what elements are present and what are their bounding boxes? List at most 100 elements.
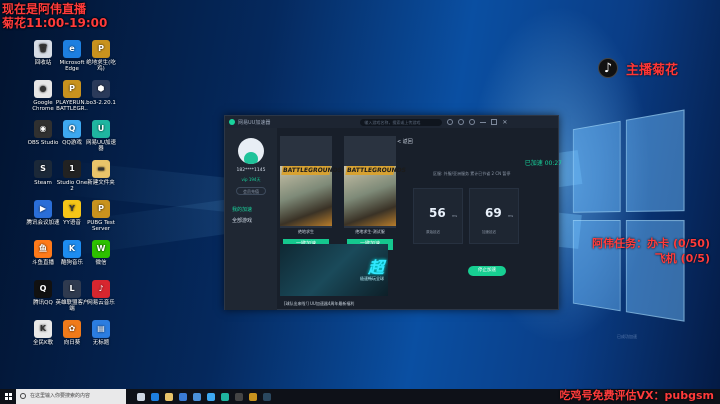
nav-my-acceleration[interactable]: 我的加速 [225, 205, 277, 216]
minimize-icon[interactable] [480, 121, 487, 123]
avatar[interactable] [238, 138, 264, 164]
app-icon: 鱼 [34, 240, 52, 258]
windows-logo-wallpaper [572, 109, 689, 332]
desktop-icon[interactable]: P 绝地求生(吃鸡) [84, 40, 118, 72]
steam-icon[interactable] [260, 389, 274, 404]
latency-card-accelerated: 69 ms 加速延迟 [469, 188, 519, 244]
mail-icon[interactable] [190, 389, 204, 404]
server-info: 区服: 外服/亚洲服务 累计已节省 2 CN 暂停 [433, 171, 511, 176]
uu-icon[interactable] [218, 389, 232, 404]
gift-icon[interactable] [458, 119, 465, 125]
desktop-icon[interactable]: W 微信 [84, 240, 118, 266]
app-icon: W [92, 240, 110, 258]
taskbar-apps [134, 389, 274, 404]
stat-value: 69 [485, 206, 502, 220]
obs-icon[interactable] [232, 389, 246, 404]
sidebar: 182****1145 vip 194天 会员充值 我的加速 全部游戏 [225, 128, 277, 310]
stream-tasks: 阿伟任务：办卡 (0/50) 飞机 (0/5) [592, 236, 710, 266]
desktop-icon[interactable]: U 网易UU加速器 [84, 120, 118, 152]
desktop-icon-label: 无标题 [92, 340, 110, 346]
game-card[interactable]: BATTLEGROUNDS 绝地求生-测试服 一键加速 [344, 136, 406, 250]
back-button[interactable]: < 返回 [397, 138, 413, 145]
desktop-icon[interactable]: ▬ 新建文件夹 [84, 160, 118, 186]
desktop-icon[interactable]: ♪ 网易云音乐 [84, 280, 118, 306]
taskbar-search-input[interactable]: 在这里输入你要搜索的内容 [16, 389, 126, 404]
game-card[interactable]: BATTLEGROUNDS 绝地求生 一键加速 [280, 136, 342, 250]
app-icon: ▤ [92, 320, 110, 338]
window-title: 网易UU加速器 [238, 119, 271, 126]
app-icon: ● [34, 80, 52, 98]
app-icon: U [92, 120, 110, 138]
desktop-icon[interactable]: ▤ 无标题 [84, 320, 118, 346]
task-view-icon[interactable] [134, 389, 148, 404]
desktop-icon-label: 微信 [95, 260, 107, 266]
message-icon[interactable] [447, 119, 454, 125]
app-icon: ⬢ [92, 80, 110, 98]
app-icon: P [63, 80, 81, 98]
pubg-icon[interactable] [246, 389, 260, 404]
app-icon: ✿ [63, 320, 81, 338]
explorer-icon[interactable] [162, 389, 176, 404]
game-search-input[interactable]: 输入游戏名称，搜索或上传游戏 [360, 118, 443, 126]
stream-schedule: 现在是阿伟直播 菊花11:00-19:00 [2, 2, 107, 30]
schedule-line-1: 现在是阿伟直播 [2, 2, 87, 16]
uu-accelerator-window[interactable]: 网易UU加速器 输入游戏名称，搜索或上传游戏 ✕ 182****1145 vip… [224, 115, 562, 310]
nav-all-games[interactable]: 全部游戏 [225, 216, 277, 227]
user-id: 182****1145 [236, 168, 266, 173]
vip-recharge-button[interactable]: 会员充值 [236, 187, 266, 195]
banner-headline: 超 [367, 258, 384, 277]
acceleration-status: 已加速 00:27 [524, 160, 562, 167]
desktop-icon-label: 绝地求生(吃鸡) [86, 60, 116, 72]
stat-label: 原始延迟 [426, 230, 440, 234]
stat-unit: ms [452, 214, 458, 218]
desktop-icon-label: 新建文件夹 [87, 180, 115, 186]
app-icon: ▶ [34, 200, 52, 218]
latency-card-original: 56 ms 原始延迟 [413, 188, 463, 244]
desktop-icon-label: 网易云音乐 [87, 300, 115, 306]
start-button[interactable] [0, 389, 16, 404]
app-icon: K [34, 320, 52, 338]
app-icon: Q [63, 120, 81, 138]
desktop-icon-label: bo3-2.20.1 [86, 100, 116, 106]
desktop-icon[interactable]: ⬢ bo3-2.20.1 [84, 80, 118, 106]
game-art: BATTLEGROUNDS [280, 166, 342, 226]
stat-unit: ms [508, 214, 514, 218]
close-icon[interactable]: ✕ [502, 119, 507, 126]
game-art: BATTLEGROUNDS [344, 166, 406, 226]
app-icon: 🗑 [34, 40, 52, 58]
schedule-line-2: 菊花11:00-19:00 [2, 16, 108, 30]
app-icon: ♪ [92, 280, 110, 298]
uu-logo-icon [229, 119, 235, 125]
tiktok-badge: ♪ 主播菊花 [598, 58, 678, 78]
promo-banner[interactable]: 超 极速畅玩全球 [280, 244, 388, 296]
window-titlebar[interactable]: 网易UU加速器 输入游戏名称，搜索或上传游戏 ✕ [225, 116, 558, 128]
store-icon[interactable] [176, 389, 190, 404]
app-icon: S [34, 160, 52, 178]
task-line-1: 阿伟任务：办卡 (0/50) [592, 237, 710, 250]
windows-icon [4, 393, 12, 400]
streamer-name: 主播菊花 [626, 62, 679, 78]
game-title: 绝地求生 [298, 229, 314, 234]
app-icon: Q [34, 280, 52, 298]
stat-label: 加速延迟 [482, 230, 496, 234]
stat-value: 56 [429, 206, 446, 220]
edge-icon[interactable] [148, 389, 162, 404]
app-icon: e [63, 40, 81, 58]
app-icon: ▬ [92, 160, 110, 178]
vip-status: vip 194天 [241, 177, 261, 182]
game-title: 绝地求生-测试服 [355, 229, 385, 234]
app-icon: 1 [63, 160, 81, 178]
settings-icon[interactable] [469, 119, 476, 125]
app-icon: K [63, 240, 81, 258]
acceleration-panel: < 返回 已加速 00:27 区服: 外服/亚洲服务 累计已节省 2 CN 暂停… [393, 128, 562, 310]
maximize-icon[interactable] [491, 119, 498, 125]
qq-icon[interactable] [204, 389, 218, 404]
stop-acceleration-button[interactable]: 停止加速 [468, 266, 506, 276]
promo-text: 吃鸡号免费评估VX：pubgsm [559, 389, 714, 402]
app-icon: L [63, 280, 81, 298]
notice-bar[interactable]: [球队出来啦!] UU加速器4周年最新福利 [280, 299, 388, 308]
desktop-icon-label: PUBG Test Server [87, 220, 115, 232]
desktop-icon[interactable]: P PUBG Test Server [84, 200, 118, 232]
window-watermark: 已成功加速 [617, 334, 637, 339]
app-icon: P [92, 40, 110, 58]
